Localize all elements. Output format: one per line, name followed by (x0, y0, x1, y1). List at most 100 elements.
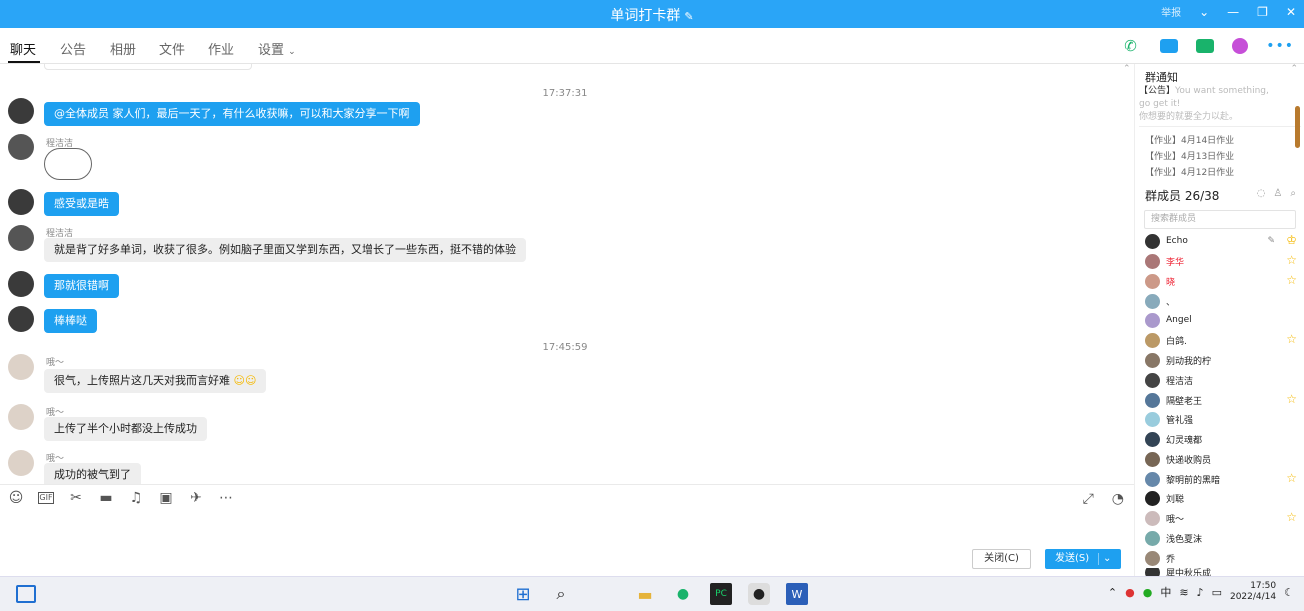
notice-scrollbar[interactable] (1295, 106, 1300, 148)
music-icon[interactable]: ♫ (128, 491, 144, 505)
volume-icon[interactable]: ♪ (1197, 586, 1204, 599)
chevron-up-icon[interactable]: ⌃ (1108, 586, 1117, 599)
search-icon[interactable]: ⌕ (550, 583, 572, 605)
edit-icon[interactable]: ✎ (684, 10, 693, 23)
wifi-icon[interactable]: ≋ (1179, 586, 1188, 599)
window-title[interactable]: 单词打卡群 ✎ (0, 5, 1304, 25)
qq-icon[interactable]: ● (748, 583, 770, 605)
member-item[interactable]: 刘聪 (1145, 489, 1297, 507)
avatar[interactable] (8, 271, 34, 297)
message-bubble[interactable]: 上传了半个小时都没上传成功 (44, 417, 207, 441)
close-button[interactable]: ✕ (1286, 5, 1296, 19)
collapse-icon[interactable]: ⌃ (1290, 64, 1298, 74)
more-icon[interactable]: ••• (1266, 38, 1294, 54)
message-bubble[interactable]: 就是背了好多单词，收获了很多。例如脑子里面又学到东西，又增长了一些东西，挺不错的… (44, 238, 526, 262)
member-item[interactable]: 白鸽. ☆ (1145, 331, 1297, 349)
member-item[interactable]: 别动我的柠 (1145, 351, 1297, 369)
avatar[interactable] (8, 306, 34, 332)
member-search-input[interactable]: 搜索群成员 (1144, 210, 1296, 229)
edit-icon[interactable]: ✎ (1267, 236, 1275, 246)
homework-item[interactable]: 【作业】4月14日作业 (1145, 133, 1234, 146)
message-bubble[interactable]: @全体成员 家人们，最后一天了，有什么收获嘛，可以和大家分享一下啊 (44, 102, 420, 126)
member-item[interactable]: 程洁洁 (1145, 371, 1297, 389)
folder-icon[interactable]: ▬ (98, 491, 114, 505)
member-item[interactable]: 快递收购员 (1145, 450, 1297, 468)
avatar[interactable] (8, 354, 34, 380)
member-item[interactable]: 、 (1145, 292, 1297, 310)
send-button[interactable]: 发送(S) ⌄ (1045, 549, 1121, 569)
notification-icon[interactable]: ☾ (1284, 586, 1294, 599)
phone-icon[interactable]: ✆ (1124, 39, 1143, 54)
mute-icon[interactable]: ✈ (188, 491, 204, 505)
scissors-icon[interactable]: ✂ (68, 491, 84, 505)
chat-bubble-icon[interactable]: ◌ (1257, 188, 1266, 199)
member-item[interactable]: 黎明前的黑暗 ☆ (1145, 470, 1297, 488)
add-app-icon[interactable] (1232, 38, 1249, 54)
emoji-icon[interactable]: ☺ (8, 491, 24, 505)
avatar[interactable] (8, 450, 34, 476)
message-bubble[interactable]: 那就很错啊 (44, 274, 119, 298)
word-icon[interactable]: W (786, 583, 808, 605)
member-item[interactable]: 犀中秋乐成 (1145, 568, 1297, 576)
battery-icon[interactable]: ▭ (1212, 586, 1222, 599)
send-options-chevron-icon[interactable]: ⌄ (1103, 549, 1111, 569)
tab-announcement[interactable]: 公告 (60, 39, 86, 58)
classroom-icon[interactable] (1196, 39, 1215, 53)
avatar[interactable] (8, 404, 34, 430)
avatar[interactable] (8, 134, 34, 160)
clock[interactable]: 17:50 2022/4/14 (1230, 581, 1276, 603)
member-name: 犀中秋乐成 (1166, 568, 1212, 577)
tray-app-icon[interactable]: ● (1143, 586, 1153, 599)
member-item[interactable]: 李华 ☆ (1145, 252, 1297, 270)
tray-app-icon[interactable]: ● (1125, 586, 1135, 599)
member-item[interactable]: 幻灵魂都 (1145, 430, 1297, 448)
avatar[interactable] (8, 98, 34, 124)
tab-chat[interactable]: 聊天 (10, 39, 36, 58)
message-bubble[interactable]: 感受或是晧 (44, 192, 119, 216)
avatar[interactable] (8, 225, 34, 251)
member-item[interactable]: Echo ✎ ♔ (1145, 232, 1297, 250)
start-icon[interactable]: ⊞ (512, 583, 534, 605)
report-link[interactable]: 举报 (1161, 4, 1181, 19)
member-item[interactable]: 隔壁老王 ☆ (1145, 391, 1297, 409)
homework-item[interactable]: 【作业】4月13日作业 (1145, 149, 1234, 162)
add-member-icon[interactable]: ♙ (1273, 188, 1282, 199)
ime-indicator[interactable]: 中 (1160, 584, 1171, 600)
widgets-icon[interactable] (16, 585, 36, 603)
pycharm-icon[interactable]: PC (710, 583, 732, 605)
message-bubble[interactable]: 棒棒哒 (44, 309, 97, 333)
member-item[interactable]: 晓 ☆ (1145, 272, 1297, 290)
history-icon[interactable]: ◔ (1112, 491, 1124, 507)
video-call-icon[interactable] (1160, 39, 1179, 53)
avatar[interactable] (8, 189, 34, 215)
minimize-button[interactable]: — (1227, 5, 1239, 19)
file-explorer-icon[interactable]: ▬ (634, 583, 656, 605)
chat-area[interactable]: 17:37:31 @全体成员 家人们，最后一天了，有什么收获嘛，可以和大家分享一… (0, 64, 1134, 484)
member-item[interactable]: 管礼强 (1145, 410, 1297, 428)
search-icon[interactable]: ⌕ (1290, 188, 1296, 199)
notice-body[interactable]: 【公告】You want something, go get it! 你想要的就… (1139, 85, 1301, 124)
gif-icon[interactable]: GIF (38, 492, 54, 504)
tab-files[interactable]: 文件 (159, 39, 185, 58)
restore-button[interactable]: ❐ (1257, 5, 1268, 19)
member-item[interactable]: 乔 (1145, 549, 1297, 567)
homework-item[interactable]: 【作业】4月12日作业 (1145, 165, 1234, 178)
close-button[interactable]: 关闭(C) (972, 549, 1031, 569)
tab-settings[interactable]: 设置 ⌄ (258, 39, 296, 58)
expand-icon[interactable]: ⤢ (1083, 491, 1094, 507)
member-item[interactable]: 哦～ ☆ (1145, 509, 1297, 527)
member-name: 管礼强 (1166, 415, 1194, 426)
tab-album[interactable]: 相册 (110, 39, 136, 58)
tab-homework[interactable]: 作业 (208, 39, 234, 58)
message-bubble[interactable]: 很气，上传照片这几天对我而言好难 ☺☺ (44, 369, 267, 393)
message-bubble[interactable]: 成功的被气到了 (44, 463, 141, 484)
more-tools-icon[interactable]: ⋯ (218, 491, 234, 505)
member-item[interactable]: 浅色夏沫 (1145, 529, 1297, 547)
sticker-image[interactable] (44, 148, 92, 180)
member-name: 隔壁老王 (1166, 396, 1203, 407)
member-item[interactable]: Angel (1145, 311, 1297, 329)
chevron-down-icon[interactable]: ⌄ (1199, 5, 1209, 19)
wechat-icon[interactable]: ● (672, 583, 694, 605)
scroll-up-arrow[interactable]: ⌃ (1123, 64, 1131, 74)
image-icon[interactable]: ▣ (158, 491, 174, 505)
